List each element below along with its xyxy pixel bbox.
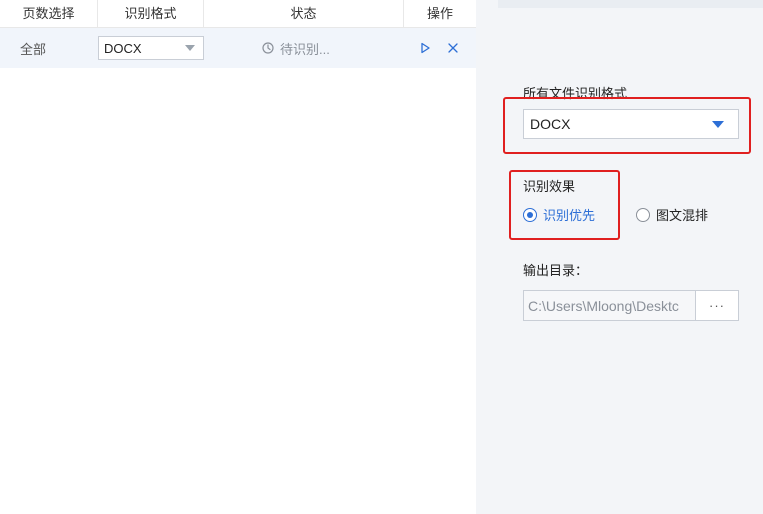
table-row[interactable]: 全部 DOCX 待识别... [0,28,476,68]
status-text: 待识别... [280,41,330,57]
output-dir-label: 输出目录： [523,263,589,278]
radio-mixed-layout[interactable]: 图文混排 [636,205,708,224]
settings-panel: 所有文件识别格式 DOCX 识别效果 识别优先 图文混排 输出目录： C:\Us… [498,0,763,514]
radio-recognition-priority[interactable]: 识别优先 [523,205,595,224]
column-header-page-select: 页数选择 [0,0,98,28]
row-format-select[interactable]: DOCX [98,36,204,60]
status-cell: 待识别... [204,28,404,68]
format-label: 所有文件识别格式 [523,86,628,101]
close-icon[interactable] [446,41,460,55]
chevron-down-icon [185,45,195,51]
table-header: 页数选择 识别格式 状态 操作 [0,0,476,28]
output-path-field[interactable]: C:\Users\Mloong\Desktc [523,290,695,321]
radio-recognition-priority-label: 识别优先 [543,208,596,223]
action-cell [404,28,476,68]
browse-button[interactable]: ··· [695,290,739,321]
radio-checked-icon [523,207,537,222]
page-select-cell[interactable]: 全部 [0,28,98,68]
radio-mixed-layout-label: 图文混排 [656,208,709,223]
column-header-action: 操作 [426,6,453,21]
row-format-value: DOCX [104,40,142,56]
file-table-panel: 页数选择 识别格式 状态 操作 全部 DOCX 待识别... [0,0,476,514]
global-format-select[interactable]: DOCX [523,109,739,139]
column-header-status: 状态 [204,0,404,28]
radio-unchecked-icon [636,207,650,222]
clock-icon [262,42,274,54]
play-icon[interactable] [418,41,432,55]
effect-label: 识别效果 [523,179,576,194]
chevron-down-icon [712,120,724,128]
column-header-format: 识别格式 [98,0,204,28]
panel-divider [476,0,498,514]
global-format-value: DOCX [530,116,571,132]
settings-header-band [498,0,763,8]
page-select-value: 全部 [20,41,47,57]
format-cell: DOCX [98,28,204,68]
